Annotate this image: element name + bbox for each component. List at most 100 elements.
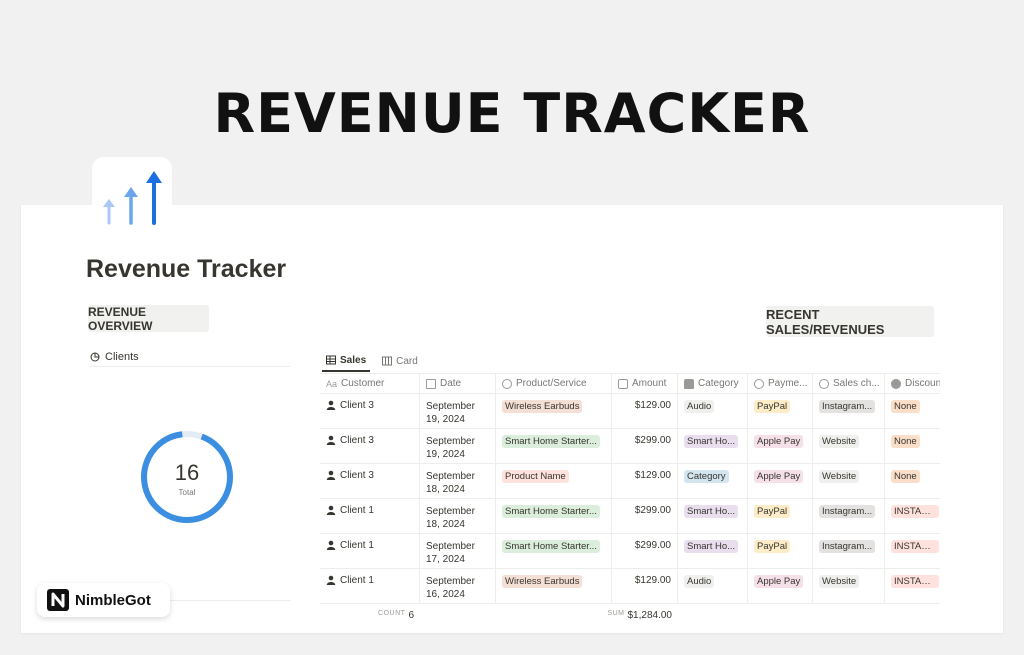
person-icon bbox=[326, 575, 336, 585]
table-row[interactable]: Client 1 September 17, 2024 Smart Home Sta… bbox=[320, 534, 940, 569]
cell-product[interactable]: Smart Home Starter... bbox=[496, 499, 612, 533]
cell-discount[interactable]: None bbox=[885, 464, 940, 498]
amount-text: $299.00 bbox=[634, 540, 671, 551]
cell-category[interactable]: Audio bbox=[678, 569, 748, 603]
discount-tag: INSTA20 (2 bbox=[891, 505, 939, 518]
cell-customer[interactable]: Client 1 bbox=[320, 534, 420, 568]
cell-amount[interactable]: $129.00 bbox=[612, 569, 678, 603]
cell-product[interactable]: Product Name bbox=[496, 464, 612, 498]
customer-text: Client 1 bbox=[340, 540, 374, 551]
amount-text: $299.00 bbox=[634, 435, 671, 446]
cell-discount[interactable]: INSTA20 (2 bbox=[885, 534, 940, 568]
cell-discount[interactable]: None bbox=[885, 394, 940, 428]
cell-amount[interactable]: $299.00 bbox=[612, 499, 678, 533]
tab-sales[interactable]: Sales bbox=[322, 350, 371, 372]
cell-amount[interactable]: $299.00 bbox=[612, 429, 678, 463]
column-header-amount[interactable]: Amount bbox=[612, 374, 678, 393]
cell-customer[interactable]: Client 1 bbox=[320, 499, 420, 533]
revenue-overview-heading[interactable]: REVENUE OVERVIEW bbox=[88, 305, 209, 333]
customer-text: Client 3 bbox=[340, 470, 374, 481]
count-summary[interactable]: COUNT 6 bbox=[320, 610, 420, 621]
cell-channel[interactable]: Website bbox=[813, 464, 885, 498]
cell-channel[interactable]: Instagram... bbox=[813, 499, 885, 533]
channel-tag: Instagram... bbox=[819, 400, 876, 413]
cell-date[interactable]: September 17, 2024 bbox=[420, 534, 496, 568]
view-tabs: Sales Card bbox=[322, 350, 422, 372]
cell-amount[interactable]: $299.00 bbox=[612, 534, 678, 568]
cell-channel[interactable]: Website bbox=[813, 429, 885, 463]
cell-customer[interactable]: Client 3 bbox=[320, 394, 420, 428]
cell-payment[interactable]: Apple Pay bbox=[748, 464, 813, 498]
cell-product[interactable]: Wireless Earbuds bbox=[496, 394, 612, 428]
cell-category[interactable]: Category bbox=[678, 464, 748, 498]
cell-discount[interactable]: INSTA20 (2 bbox=[885, 569, 940, 603]
brand-badge[interactable]: NimbleGot bbox=[37, 583, 170, 617]
column-header-category[interactable]: Category bbox=[678, 374, 748, 393]
cell-payment[interactable]: Apple Pay bbox=[748, 429, 813, 463]
category-tag: Smart Ho... bbox=[684, 435, 739, 448]
cell-discount[interactable]: None bbox=[885, 429, 940, 463]
cell-date[interactable]: September 16, 2024 bbox=[420, 569, 496, 603]
sum-summary[interactable]: SUM $1,284.00 bbox=[420, 610, 678, 621]
cell-product[interactable]: Wireless Earbuds bbox=[496, 569, 612, 603]
discount-tag: None bbox=[891, 435, 920, 448]
payment-tag: Apple Pay bbox=[754, 575, 804, 588]
cell-product[interactable]: Smart Home Starter... bbox=[496, 534, 612, 568]
product-tag: Smart Home Starter... bbox=[502, 505, 600, 518]
cell-date[interactable]: September 19, 2024 bbox=[420, 429, 496, 463]
cell-payment[interactable]: PayPal bbox=[748, 534, 813, 568]
cell-payment[interactable]: Apple Pay bbox=[748, 569, 813, 603]
donut-total-label: Total bbox=[179, 488, 196, 497]
cell-date[interactable]: September 18, 2024 bbox=[420, 499, 496, 533]
cell-date[interactable]: September 19, 2024 bbox=[420, 394, 496, 428]
table-icon bbox=[326, 355, 336, 365]
cell-channel[interactable]: Instagram... bbox=[813, 534, 885, 568]
cell-category[interactable]: Audio bbox=[678, 394, 748, 428]
column-header-date[interactable]: Date bbox=[420, 374, 496, 393]
channel-tag: Instagram... bbox=[819, 505, 876, 518]
cell-channel[interactable]: Instagram... bbox=[813, 394, 885, 428]
count-label: COUNT bbox=[378, 609, 406, 617]
cell-channel[interactable]: Website bbox=[813, 569, 885, 603]
cell-category[interactable]: Smart Ho... bbox=[678, 534, 748, 568]
category-tag: Smart Ho... bbox=[684, 505, 739, 518]
multi-select-icon bbox=[754, 378, 764, 389]
person-icon bbox=[326, 540, 336, 550]
table-row[interactable]: Client 1 September 16, 2024 Wireless Earbu… bbox=[320, 569, 940, 604]
date-text: September 19, 2024 bbox=[426, 436, 475, 460]
cell-customer[interactable]: Client 3 bbox=[320, 464, 420, 498]
column-header-discount[interactable]: Discount bbox=[885, 374, 940, 393]
cell-amount[interactable]: $129.00 bbox=[612, 464, 678, 498]
discount-tag: None bbox=[891, 470, 920, 483]
clients-view-tab[interactable]: Clients bbox=[90, 347, 290, 367]
cell-discount[interactable]: INSTA20 (2 bbox=[885, 499, 940, 533]
column-header-payment[interactable]: Payme... bbox=[748, 374, 813, 393]
page-title: Revenue Tracker bbox=[86, 255, 287, 283]
table-row[interactable]: Client 3 September 19, 2024 Smart Home Sta… bbox=[320, 429, 940, 464]
table-row[interactable]: Client 3 September 19, 2024 Wireless Earbu… bbox=[320, 394, 940, 429]
discount-tag: None bbox=[891, 400, 920, 413]
table-row[interactable]: Client 3 September 18, 2024 Product Name $1… bbox=[320, 464, 940, 499]
amount-text: $129.00 bbox=[634, 470, 671, 481]
calendar-icon bbox=[426, 378, 436, 389]
column-header-sales-channel[interactable]: Sales ch... bbox=[813, 374, 885, 393]
cell-payment[interactable]: PayPal bbox=[748, 394, 813, 428]
column-header-product[interactable]: Product/Service bbox=[496, 374, 612, 393]
count-value: 6 bbox=[408, 609, 414, 621]
recent-sales-heading[interactable]: RECENT SALES/REVENUES bbox=[766, 306, 934, 337]
cell-payment[interactable]: PayPal bbox=[748, 499, 813, 533]
page-icon-tile bbox=[92, 157, 172, 231]
cell-category[interactable]: Smart Ho... bbox=[678, 499, 748, 533]
date-text: September 18, 2024 bbox=[426, 506, 475, 530]
cell-product[interactable]: Smart Home Starter... bbox=[496, 429, 612, 463]
table-row[interactable]: Client 1 September 18, 2024 Smart Home Sta… bbox=[320, 499, 940, 534]
channel-tag: Instagram... bbox=[819, 540, 876, 553]
date-text: September 17, 2024 bbox=[426, 541, 475, 565]
cell-customer[interactable]: Client 1 bbox=[320, 569, 420, 603]
cell-amount[interactable]: $129.00 bbox=[612, 394, 678, 428]
tab-card[interactable]: Card bbox=[378, 350, 422, 372]
cell-date[interactable]: September 18, 2024 bbox=[420, 464, 496, 498]
cell-category[interactable]: Smart Ho... bbox=[678, 429, 748, 463]
cell-customer[interactable]: Client 3 bbox=[320, 429, 420, 463]
column-header-customer[interactable]: Aa Customer bbox=[320, 374, 420, 393]
